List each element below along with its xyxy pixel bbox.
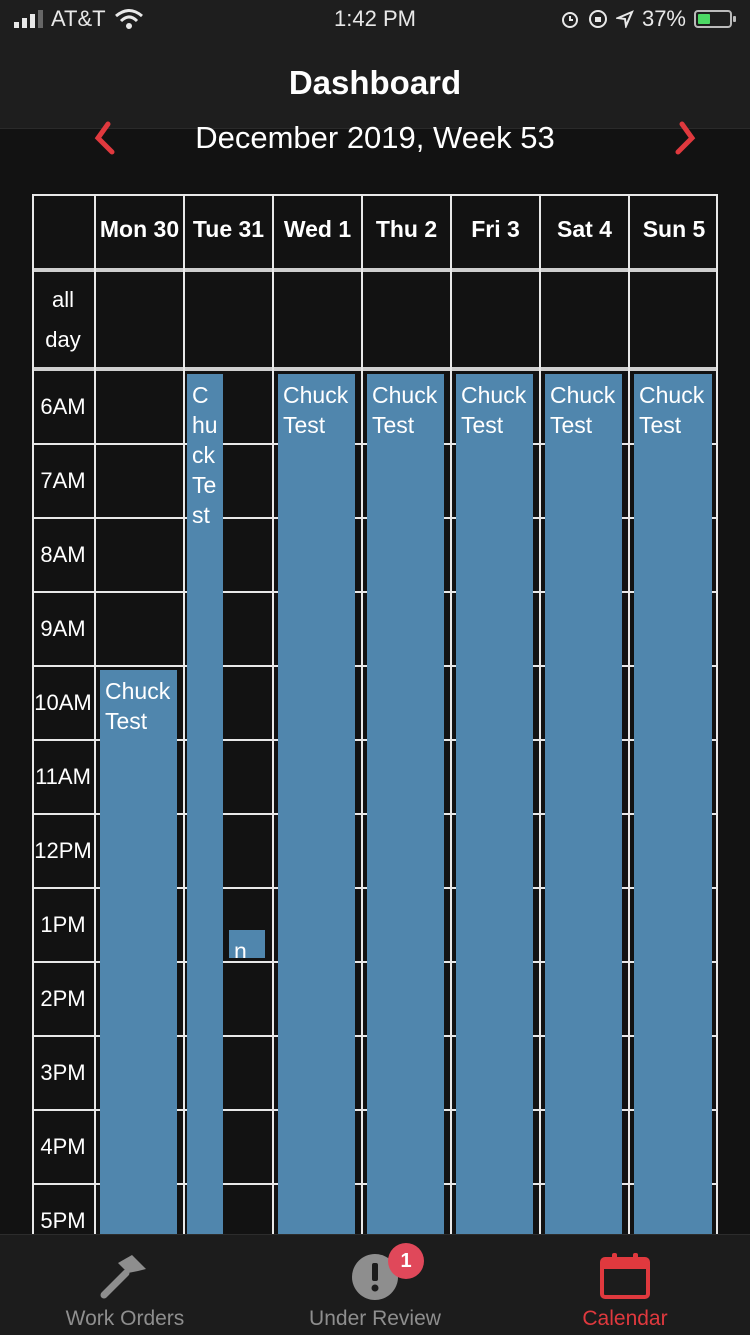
tab-label: Work Orders xyxy=(65,1307,185,1330)
hour-label: 10AM xyxy=(34,690,92,715)
tab-calendar[interactable]: Calendar xyxy=(500,1235,750,1335)
header-divider xyxy=(32,268,718,272)
calendar-event[interactable]: Chuck Test xyxy=(367,374,444,1234)
hour-label: 3PM xyxy=(40,1060,86,1085)
hour-label: 5PM xyxy=(40,1208,86,1233)
page-title: Dashboard xyxy=(288,64,462,101)
calendar-event[interactable]: n xyxy=(229,930,265,958)
column-line xyxy=(450,194,452,1234)
tab-work-orders[interactable]: Work Orders xyxy=(0,1235,250,1335)
column-line xyxy=(716,194,718,1234)
battery-percent: 37% xyxy=(641,6,686,31)
column-line xyxy=(183,194,185,1234)
notification-badge: 1 xyxy=(388,1243,424,1279)
calendar-event[interactable]: Chuck Test xyxy=(187,374,223,1234)
column-line xyxy=(361,194,363,1234)
week-header: December 2019, Week 53 xyxy=(0,110,750,170)
column-line xyxy=(539,194,541,1234)
calendar-event[interactable]: Chuck Test xyxy=(545,374,622,1234)
hour-label: 1PM xyxy=(40,912,86,937)
alarm-icon xyxy=(561,12,578,28)
calendar-event[interactable]: Chuck Test xyxy=(634,374,712,1234)
calendar-event[interactable]: Chuck Test xyxy=(100,670,177,1234)
status-bar: AT&T 1:42 PM 37% xyxy=(0,0,750,40)
calendar-event[interactable]: Chuck Test xyxy=(278,374,355,1234)
day-header-label: Fri 3 xyxy=(471,216,520,242)
hour-label: 11AM xyxy=(35,764,91,789)
day-header-label: Wed 1 xyxy=(283,216,352,242)
tab-under-review[interactable]: 1 Under Review xyxy=(250,1235,500,1335)
grid-line-top xyxy=(32,194,718,196)
hour-label: 9AM xyxy=(40,616,86,641)
status-right: 37% xyxy=(560,6,736,32)
hour-label: 6AM xyxy=(40,394,86,419)
column-line xyxy=(272,194,274,1234)
calendar-event[interactable]: Chuck Test xyxy=(456,374,533,1234)
location-icon xyxy=(615,10,634,28)
hour-label: 7AM xyxy=(40,468,86,493)
day-header-label: Tue 31 xyxy=(192,216,265,242)
hour-label: 2PM xyxy=(40,986,86,1011)
all-day-label: all day xyxy=(45,287,81,352)
hour-label: 8AM xyxy=(40,542,86,567)
week-title: December 2019, Week 53 xyxy=(195,120,555,155)
day-header-label: Sat 4 xyxy=(557,216,612,242)
column-line xyxy=(628,194,630,1234)
tab-label: Calendar xyxy=(582,1307,668,1330)
rotation-lock-icon xyxy=(588,10,607,28)
chevron-right-icon[interactable] xyxy=(660,118,700,158)
tab-label: Under Review xyxy=(309,1307,441,1330)
allday-divider xyxy=(32,367,718,371)
hammer-icon xyxy=(100,1255,146,1299)
day-header-label: Sun 5 xyxy=(642,216,706,242)
battery-icon xyxy=(694,10,736,28)
day-header-label: Thu 2 xyxy=(375,216,438,242)
calendar-icon xyxy=(600,1253,650,1299)
tab-bar: Work Orders 1 Under Review Calendar xyxy=(0,1234,750,1335)
column-line xyxy=(94,194,96,1234)
week-calendar-grid: Mon 30 Tue 31 Wed 1 Thu 2 Fri 3 Sat 4 Sun 5 all… xyxy=(32,194,718,1234)
hour-label: 12PM xyxy=(34,838,92,863)
day-header-label: Mon 30 xyxy=(99,216,180,242)
hour-label: 4PM xyxy=(40,1134,86,1159)
